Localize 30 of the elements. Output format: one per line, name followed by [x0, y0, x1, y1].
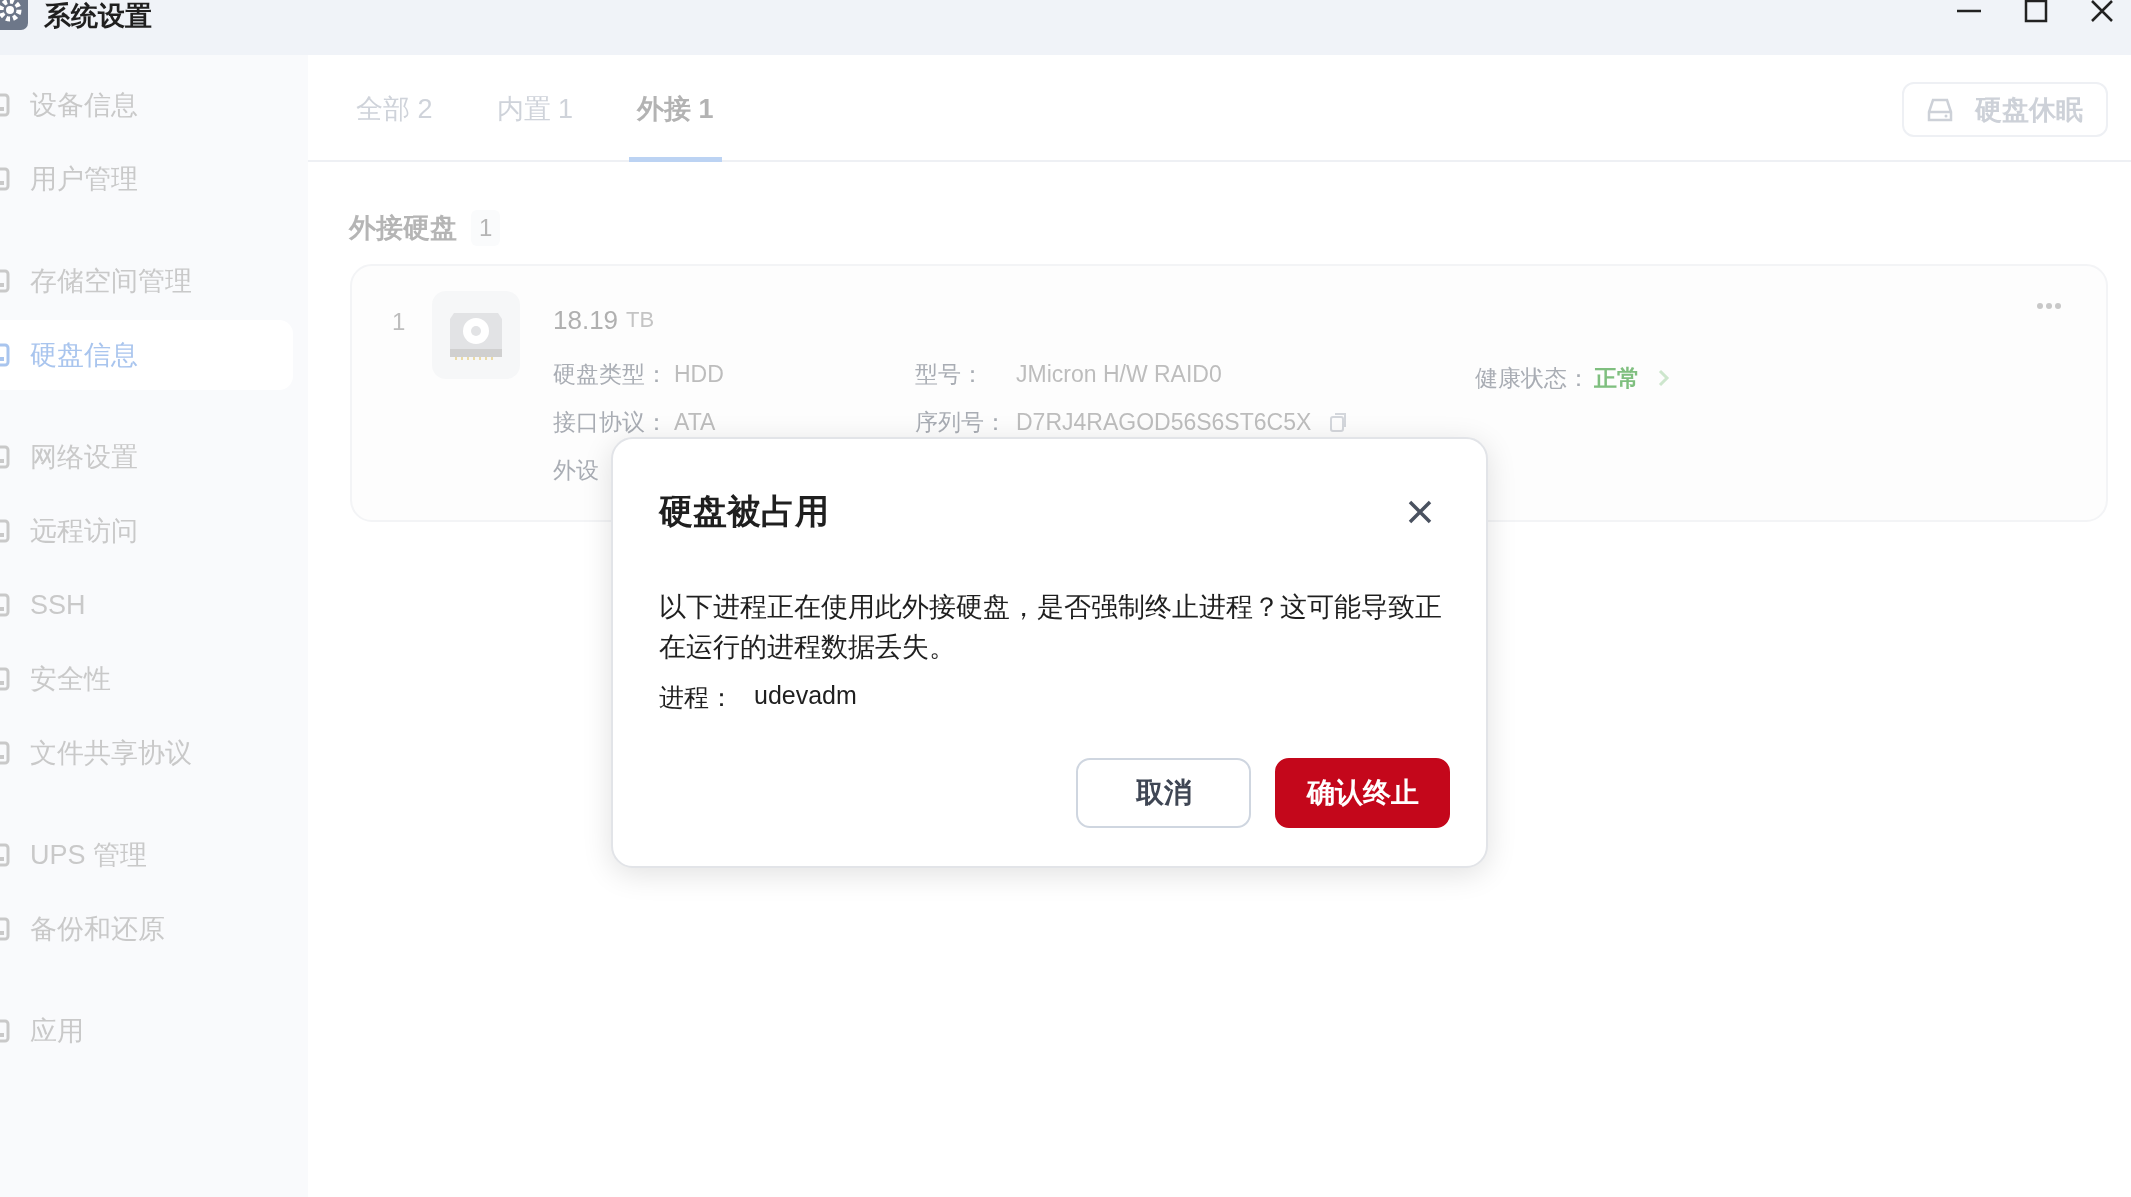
field-label: 序列号：	[915, 407, 1008, 437]
close-icon[interactable]	[1408, 500, 1432, 524]
hard-drive-icon	[432, 291, 520, 379]
process-label: 进程：	[659, 682, 734, 713]
count-badge: 1	[471, 210, 501, 246]
disk-index: 1	[392, 308, 407, 337]
window-title: 系统设置	[44, 1, 152, 31]
health-status-link[interactable]: 正常	[1594, 362, 1640, 394]
field-value: HDD	[674, 360, 724, 388]
capacity-value: 18.19	[553, 304, 619, 336]
capacity-unit: TB	[626, 307, 655, 333]
field-value: ATA	[674, 408, 716, 436]
field-value: D7RJ4RAGOD56S6ST6C5X	[1016, 408, 1312, 436]
field-label: 外设	[553, 455, 599, 485]
field-label: 接口协议：	[553, 407, 668, 437]
field-label: 硬盘类型：	[553, 359, 668, 389]
field-value: JMicron H/W RAID0	[1016, 360, 1222, 388]
confirm-button[interactable]: 确认终止	[1275, 758, 1450, 828]
dialog-message: 以下进程正在使用此外接硬盘，是否强制终止进程？这可能导致正在运行的进程数据丢失。	[659, 591, 1443, 664]
health-label: 健康状态：	[1475, 363, 1590, 393]
tab[interactable]: 外接 1	[629, 89, 722, 162]
drive-icon	[1927, 96, 1953, 123]
sidebar-item[interactable]: 硬盘信息	[0, 320, 293, 390]
process-name: udevadm	[754, 681, 857, 711]
cancel-button[interactable]: 取消	[1076, 758, 1251, 828]
maximize-icon[interactable]	[2023, 0, 2049, 24]
dialog-title: 硬盘被占用	[659, 491, 829, 532]
close-icon[interactable]	[2089, 0, 2115, 24]
section-title: 外接硬盘	[349, 212, 457, 245]
field-label: 型号：	[915, 359, 985, 389]
